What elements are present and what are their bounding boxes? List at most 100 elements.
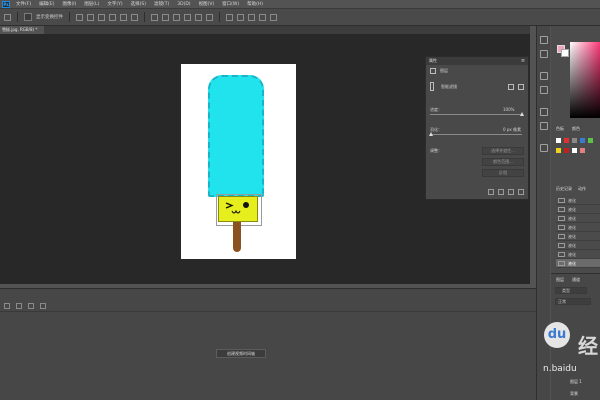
- blend-mode-select[interactable]: 正常: [555, 298, 591, 305]
- visibility-eye-icon[interactable]: [508, 189, 514, 195]
- 3d-pan-icon[interactable]: [259, 13, 266, 21]
- paragraph-panel-icon[interactable]: [540, 122, 548, 130]
- history-item[interactable]: 液化: [556, 205, 600, 214]
- tab-history[interactable]: 历史记录: [556, 186, 572, 192]
- menu-help[interactable]: 帮助(H): [247, 1, 263, 7]
- adjustments-panel-icon[interactable]: [540, 86, 548, 94]
- color-range-button[interactable]: 颜色范围...: [482, 158, 524, 166]
- menu-edit[interactable]: 编辑(E): [39, 1, 54, 7]
- align-center-icon[interactable]: [120, 13, 127, 21]
- menu-bar: Ps 文件(F) 编辑(E) 图像(I) 图层(L) 文字(Y) 选择(S) 滤…: [0, 0, 600, 8]
- align-middle-icon[interactable]: [87, 13, 94, 21]
- layer-row[interactable]: 背景: [556, 388, 600, 400]
- 3d-rotate-icon[interactable]: [237, 13, 244, 21]
- 3d-mode-icon[interactable]: [226, 13, 233, 21]
- popsicle-face: [218, 196, 258, 222]
- history-step-icon: [558, 207, 565, 212]
- menu-window[interactable]: 窗口(W): [222, 1, 239, 7]
- distribute-left-icon[interactable]: [184, 13, 191, 21]
- tab-layers[interactable]: 图层: [556, 277, 564, 283]
- distribute-top-icon[interactable]: [151, 13, 158, 21]
- swatch[interactable]: [588, 138, 593, 143]
- swatch[interactable]: [564, 148, 569, 153]
- swatch[interactable]: [564, 138, 569, 143]
- swatch[interactable]: [572, 138, 577, 143]
- brush-panel-icon[interactable]: [540, 144, 548, 152]
- feather-slider[interactable]: [430, 134, 522, 135]
- properties-panel-icon[interactable]: [540, 72, 548, 80]
- 3d-slide-icon[interactable]: [270, 13, 277, 21]
- align-left-icon[interactable]: [109, 13, 116, 21]
- invert-button[interactable]: 反相: [482, 169, 524, 177]
- history-item[interactable]: 液化: [556, 223, 600, 232]
- distribute-middle-icon[interactable]: [162, 13, 169, 21]
- align-top-icon[interactable]: [76, 13, 83, 21]
- menu-file[interactable]: 文件(F): [16, 1, 31, 7]
- density-value[interactable]: 100%: [503, 107, 514, 112]
- divider: [144, 12, 145, 22]
- menu-select[interactable]: 选择(S): [131, 1, 146, 7]
- menu-layer[interactable]: 图层(L): [84, 1, 99, 7]
- document-tab-bar: [0, 26, 530, 34]
- distribute-center-icon[interactable]: [195, 13, 202, 21]
- load-selection-icon[interactable]: [488, 189, 494, 195]
- split-icon[interactable]: [28, 302, 34, 309]
- menu-type[interactable]: 文字(Y): [107, 1, 122, 7]
- info-panel-icon[interactable]: [540, 50, 548, 58]
- history-step-icon: [558, 252, 565, 257]
- swatch[interactable]: [556, 138, 561, 143]
- transform-controls-checkbox[interactable]: [24, 13, 32, 21]
- divider: [17, 12, 18, 22]
- tab-channels[interactable]: 通道: [572, 277, 580, 283]
- right-eye-icon: [243, 202, 249, 208]
- tab-swatches[interactable]: 色板: [556, 126, 564, 132]
- history-item[interactable]: 液化: [556, 214, 600, 223]
- play-icon[interactable]: [16, 302, 22, 309]
- history-item[interactable]: 液化: [556, 241, 600, 250]
- select-and-mask-button[interactable]: 选择并遮住...: [482, 147, 524, 155]
- density-slider[interactable]: [430, 114, 522, 115]
- swatch[interactable]: [580, 148, 585, 153]
- feather-value[interactable]: 0 px 像素: [503, 127, 521, 133]
- history-step-icon: [558, 225, 565, 230]
- align-bottom-icon[interactable]: [98, 13, 105, 21]
- swatch[interactable]: [580, 138, 585, 143]
- background-color-swatch[interactable]: [561, 49, 569, 57]
- history-item[interactable]: 液化: [556, 196, 600, 205]
- feather-slider-handle[interactable]: [429, 132, 433, 136]
- distribute-right-icon[interactable]: [206, 13, 213, 21]
- go-first-frame-icon[interactable]: [4, 302, 10, 309]
- transition-icon[interactable]: [40, 302, 46, 309]
- character-panel-icon[interactable]: [540, 108, 548, 116]
- history-step-icon: [558, 243, 565, 248]
- menu-3d[interactable]: 3D(D): [177, 2, 190, 7]
- history-item[interactable]: 液化: [556, 232, 600, 241]
- divider: [219, 12, 220, 22]
- 3d-roll-icon[interactable]: [248, 13, 255, 21]
- document-tab[interactable]: 雪糕.jpg, RGB/8) *: [0, 26, 44, 34]
- move-tool-icon[interactable]: [4, 13, 11, 21]
- tab-actions[interactable]: 动作: [578, 186, 586, 192]
- layer-kind-filter[interactable]: 类型: [555, 287, 587, 294]
- vector-mask-icon[interactable]: [518, 84, 524, 90]
- swatch[interactable]: [556, 148, 561, 153]
- create-video-timeline-button[interactable]: 创建视频时间轴: [216, 349, 266, 358]
- tab-color[interactable]: 颜色: [572, 126, 580, 132]
- pixel-mask-icon[interactable]: [508, 84, 514, 90]
- swatch[interactable]: [572, 148, 577, 153]
- trash-icon[interactable]: [518, 189, 524, 195]
- layer-row[interactable]: 图层 1: [556, 376, 600, 388]
- align-right-icon[interactable]: [131, 13, 138, 21]
- menu-view[interactable]: 视图(V): [199, 1, 215, 7]
- menu-image[interactable]: 图像(I): [62, 1, 76, 7]
- apply-mask-icon[interactable]: [498, 189, 504, 195]
- density-slider-handle[interactable]: [520, 112, 524, 116]
- layer-name: 图层 1: [570, 379, 582, 384]
- history-item-active[interactable]: 液化: [556, 259, 600, 268]
- panel-menu-icon[interactable]: ≡: [518, 57, 528, 65]
- history-panel-icon[interactable]: [540, 36, 548, 44]
- history-item[interactable]: 液化: [556, 250, 600, 259]
- distribute-bottom-icon[interactable]: [173, 13, 180, 21]
- color-picker-field[interactable]: [570, 42, 600, 118]
- menu-filter[interactable]: 滤镜(T): [154, 1, 169, 7]
